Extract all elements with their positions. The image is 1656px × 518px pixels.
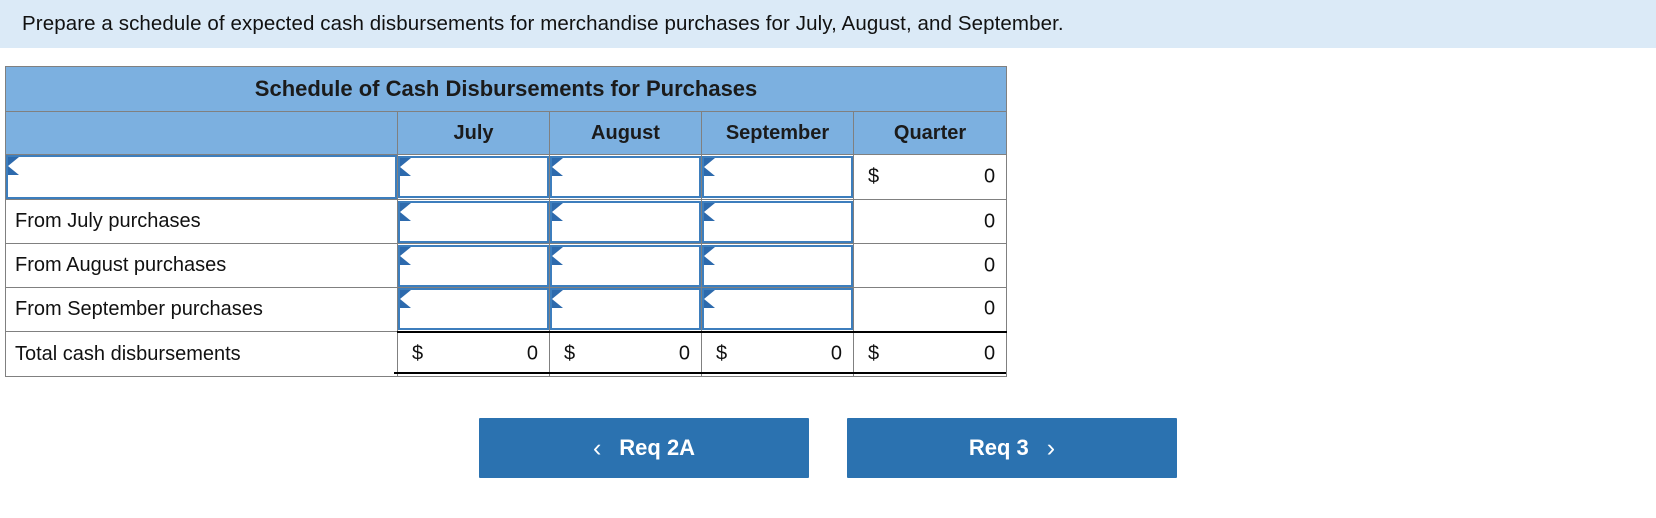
chevron-left-icon: ‹ — [592, 433, 602, 462]
row-1-label-cell: From July purchases — [5, 199, 398, 244]
row-2-september-input[interactable] — [701, 243, 854, 288]
row-3-august-input[interactable] — [549, 287, 702, 332]
row-1-august-input[interactable] — [549, 199, 702, 244]
row-3-quarter-value: 0 — [983, 297, 996, 320]
instruction-banner: Prepare a schedule of expected cash disb… — [0, 0, 1656, 48]
total-july-value: 0 — [526, 342, 538, 365]
row-2-july-input[interactable] — [397, 243, 550, 288]
dropdown-flag-icon — [400, 158, 411, 176]
row-2-label: From August purchases — [15, 254, 227, 276]
next-requirement-button[interactable]: Req 3 › — [847, 418, 1177, 478]
cash-disbursements-worksheet: Schedule of Cash Disbursements for Purch… — [4, 66, 1008, 377]
worksheet-title-row: Schedule of Cash Disbursements for Purch… — [4, 66, 1008, 112]
row-2-label-cell: From August purchases — [5, 243, 398, 288]
column-header-september: September — [701, 111, 854, 155]
row-2-quarter-value: 0 — [983, 254, 996, 276]
column-header-august: August — [549, 111, 702, 155]
table-row: From August purchases 0 — [5, 243, 1008, 288]
instruction-text: Prepare a schedule of expected cash disb… — [22, 12, 1064, 35]
row-0-august-input[interactable] — [549, 154, 702, 200]
worksheet-title: Schedule of Cash Disbursements for Purch… — [4, 66, 1008, 112]
next-requirement-label: Req 3 — [968, 435, 1029, 460]
row-0-july-input[interactable] — [397, 154, 550, 200]
row-1-label: From July purchases — [15, 210, 201, 232]
currency-symbol: $ — [868, 165, 880, 188]
total-july-cell: $ 0 — [397, 330, 550, 377]
dropdown-flag-icon — [552, 202, 563, 221]
currency-symbol: $ — [412, 342, 424, 365]
dropdown-flag-icon — [704, 202, 715, 221]
row-3-july-input[interactable] — [397, 287, 550, 332]
total-august-value: 0 — [678, 342, 690, 365]
row-1-july-input[interactable] — [397, 199, 550, 244]
row-0-quarter-cell: $ 0 — [852, 154, 1008, 200]
dropdown-flag-icon — [704, 290, 715, 309]
dropdown-flag-icon — [704, 158, 715, 176]
dropdown-flag-icon — [552, 158, 563, 176]
dropdown-flag-icon — [8, 157, 19, 175]
chevron-right-icon: › — [1046, 433, 1056, 462]
prev-requirement-button[interactable]: ‹ Req 2A — [479, 418, 809, 478]
total-september-cell: $ 0 — [701, 330, 854, 377]
row-2-quarter-cell: 0 — [852, 243, 1008, 288]
worksheet-header-row: July August September Quarter — [5, 111, 1008, 155]
row-0-september-input[interactable] — [701, 154, 854, 200]
table-row: $ 0 — [5, 154, 1008, 200]
table-row: From July purchases 0 — [5, 199, 1008, 244]
row-2-august-input[interactable] — [549, 243, 702, 288]
total-quarter-cell: $ 0 — [852, 330, 1008, 377]
row-0-quarter-value: 0 — [983, 165, 996, 188]
dropdown-flag-icon — [400, 290, 411, 309]
dropdown-flag-icon — [552, 246, 563, 265]
total-row: Total cash disbursements $ 0 $ 0 $ 0 $ 0 — [5, 330, 1008, 377]
dropdown-flag-icon — [400, 246, 411, 265]
currency-symbol: $ — [564, 342, 576, 365]
dropdown-flag-icon — [400, 202, 411, 221]
row-3-quarter-cell: 0 — [852, 287, 1008, 332]
dropdown-flag-icon — [552, 290, 563, 309]
row-1-quarter-value: 0 — [983, 210, 996, 232]
row-3-label: From September purchases — [15, 298, 263, 320]
row-1-quarter-cell: 0 — [852, 199, 1008, 244]
total-september-value: 0 — [830, 342, 842, 365]
dropdown-flag-icon — [704, 246, 715, 265]
row-0-label-input[interactable] — [5, 154, 398, 200]
column-header-july: July — [397, 111, 550, 155]
navigation-bar: ‹ Req 2A Req 3 › — [0, 418, 1656, 478]
total-quarter-value: 0 — [983, 342, 996, 365]
total-august-cell: $ 0 — [549, 330, 702, 377]
row-1-september-input[interactable] — [701, 199, 854, 244]
currency-symbol: $ — [868, 342, 880, 365]
column-header-label — [5, 111, 398, 155]
row-3-label-cell: From September purchases — [5, 287, 398, 332]
total-double-underline — [394, 372, 1006, 375]
column-header-quarter: Quarter — [852, 111, 1008, 155]
prev-requirement-label: Req 2A — [619, 435, 696, 460]
total-label-cell: Total cash disbursements — [5, 331, 398, 377]
row-3-september-input[interactable] — [701, 287, 854, 332]
total-label: Total cash disbursements — [15, 342, 241, 365]
table-row: From September purchases 0 — [5, 287, 1008, 332]
currency-symbol: $ — [716, 342, 728, 365]
